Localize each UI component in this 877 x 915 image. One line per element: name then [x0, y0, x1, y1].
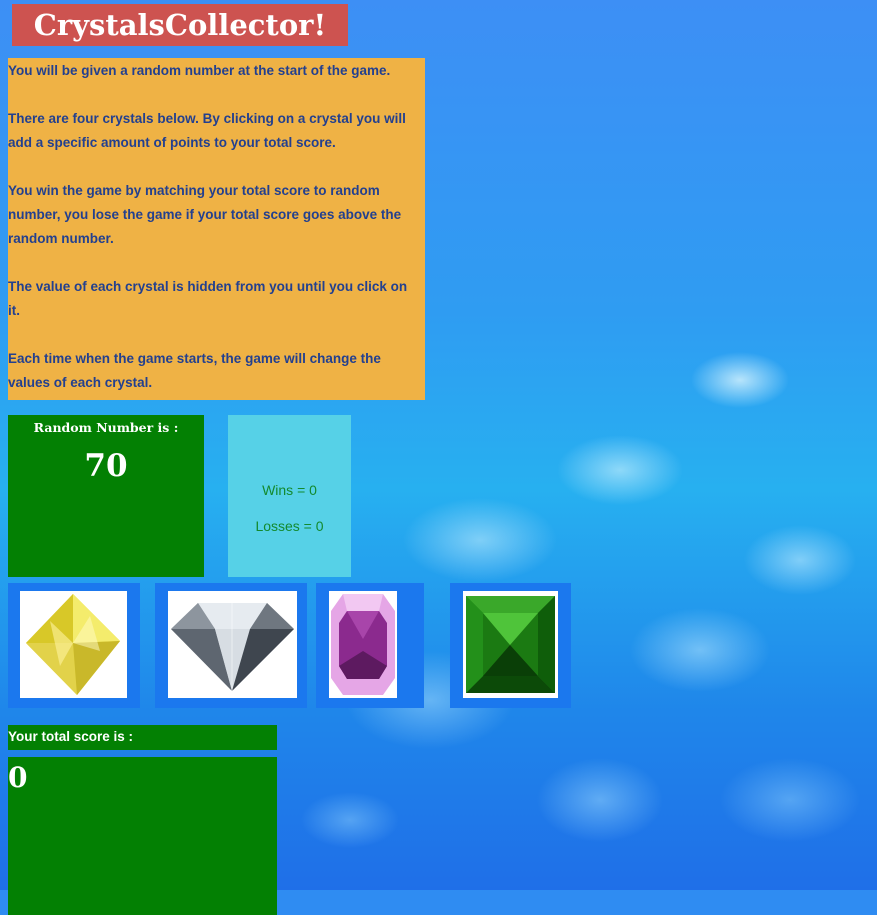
wins-losses-panel: Wins = 0 Losses = 0 [228, 415, 351, 577]
yellow-crystal-icon [26, 594, 120, 695]
purple-crystal-icon [331, 594, 395, 695]
instruction-paragraph: You will be given a random number at the… [8, 63, 391, 78]
crystal-button-purple[interactable] [329, 591, 397, 698]
total-score-value: 0 [8, 761, 28, 794]
wins-counter: Wins = 0 [262, 482, 317, 498]
total-score-panel: 0 [8, 757, 277, 915]
page-title: CrystalsCollector! [12, 4, 348, 46]
instruction-paragraph: There are four crystals below. By clicki… [8, 111, 406, 150]
instruction-paragraph: Each time when the game starts, the game… [8, 351, 381, 390]
diamond-icon [171, 603, 294, 691]
losses-counter: Losses = 0 [255, 518, 324, 534]
instructions-panel: You will be given a random number at the… [8, 58, 425, 400]
instruction-paragraph: You win the game by matching your total … [8, 183, 402, 246]
instruction-paragraph: The value of each crystal is hidden from… [8, 279, 408, 318]
green-crystal-icon [466, 596, 555, 693]
random-number-label: Random Number is : [33, 420, 179, 435]
random-number-value: 70 [84, 448, 128, 484]
crystal-button-diamond[interactable] [168, 591, 297, 698]
total-score-label: Your total score is : [8, 725, 277, 750]
crystal-button-green[interactable] [463, 591, 558, 698]
random-number-panel: Random Number is : 70 [8, 415, 204, 577]
crystal-button-yellow[interactable] [20, 591, 127, 698]
